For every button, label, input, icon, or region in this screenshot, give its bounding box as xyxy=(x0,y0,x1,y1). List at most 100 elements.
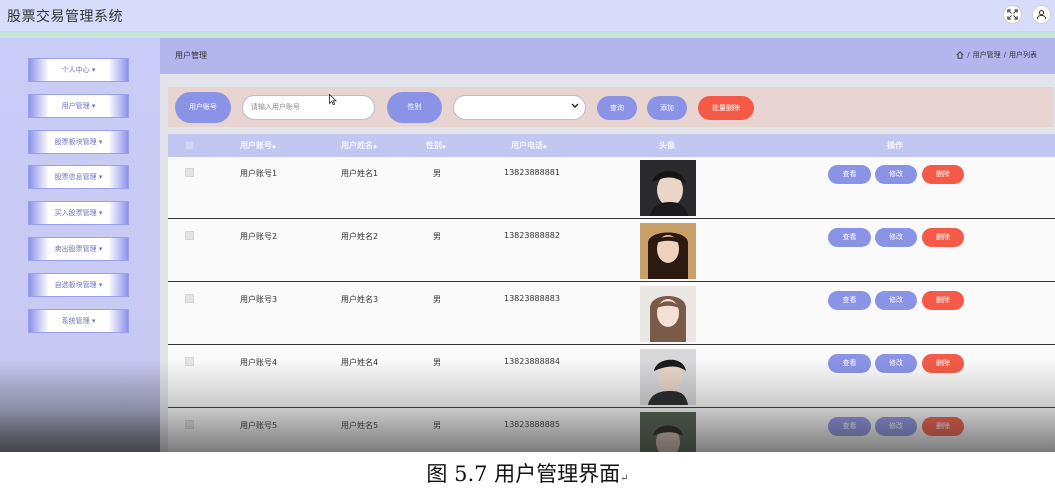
avatar-photo xyxy=(640,160,696,216)
avatar-photo xyxy=(640,412,696,452)
view-button[interactable]: 查看 xyxy=(828,291,871,310)
user-icon-glyph xyxy=(1036,10,1047,20)
cell-account: 用户账号2 xyxy=(240,232,278,241)
breadcrumb-separator: / xyxy=(967,51,970,59)
cell-phone: 13823888881 xyxy=(504,168,560,177)
column-header-name[interactable]: 用户姓名◆ xyxy=(341,140,377,151)
sidebar-item-personal-center[interactable]: 个人中心 ▾ xyxy=(28,58,129,82)
gender-select[interactable] xyxy=(453,95,586,120)
breadcrumb-separator: / xyxy=(1003,51,1006,59)
cell-phone: 13823888882 xyxy=(504,231,560,240)
delete-button[interactable]: 删除 xyxy=(922,165,964,184)
user-avatar xyxy=(640,286,696,342)
chevron-down-icon: ▾ xyxy=(98,209,103,217)
row-checkbox[interactable] xyxy=(185,168,194,177)
breadcrumb-user-list: 用户列表 xyxy=(1009,51,1037,59)
user-icon[interactable] xyxy=(1032,5,1051,24)
table-row: 用户账号4 用户姓名4 男 13823888884 查看 修改 删除 xyxy=(168,346,1055,408)
cell-name: 用户姓名4 xyxy=(341,358,379,367)
sidebar-item-label: 用户管理 xyxy=(61,102,90,110)
column-header-label: 用户账号 xyxy=(240,141,272,150)
delete-button[interactable]: 删除 xyxy=(922,354,964,373)
sidebar: 个人中心 ▾ 用户管理 ▾ 股票板块管理 ▾ 股票信息管理 ▾ 买入股票管理 ▾… xyxy=(0,38,160,452)
chevron-down-icon: ▾ xyxy=(98,245,103,253)
edit-button[interactable]: 修改 xyxy=(875,291,917,310)
cell-gender: 男 xyxy=(433,421,441,430)
sidebar-item-label: 买入股票管理 xyxy=(54,209,97,217)
sidebar-item-label: 个人中心 xyxy=(61,66,90,74)
home-icon[interactable] xyxy=(956,51,964,59)
avatar-photo xyxy=(640,223,696,279)
cell-phone: 13823888885 xyxy=(504,420,560,429)
edit-button[interactable]: 修改 xyxy=(875,165,917,184)
user-avatar xyxy=(640,160,696,216)
user-avatar xyxy=(640,412,696,452)
view-button[interactable]: 查看 xyxy=(828,228,871,247)
chevron-down-icon xyxy=(571,103,579,108)
view-button[interactable]: 查看 xyxy=(828,354,871,373)
select-all-checkbox[interactable] xyxy=(185,141,194,150)
account-label: 用户账号 xyxy=(175,92,231,123)
sidebar-item-watchlist-sector[interactable]: 自选板块管理 ▾ xyxy=(28,273,129,297)
edit-button[interactable]: 修改 xyxy=(875,354,917,373)
fullscreen-icon-glyph xyxy=(1007,9,1018,20)
row-checkbox[interactable] xyxy=(185,357,194,366)
delete-button[interactable]: 删除 xyxy=(922,228,964,247)
sidebar-item-buy-stock[interactable]: 买入股票管理 ▾ xyxy=(28,201,129,225)
table-row: 用户账号2 用户姓名2 男 13823888882 查看 修改 删除 xyxy=(168,220,1055,282)
gender-label: 性别 xyxy=(387,92,442,123)
account-search-input[interactable]: 请输入用户账号 xyxy=(242,95,375,120)
row-checkbox[interactable] xyxy=(185,294,194,303)
sidebar-item-sell-stock[interactable]: 卖出股票管理 ▾ xyxy=(28,237,129,261)
column-header-phone[interactable]: 用户电话◆ xyxy=(511,140,547,151)
column-header-account[interactable]: 用户账号◆ xyxy=(240,140,276,151)
edit-button[interactable]: 修改 xyxy=(875,228,917,247)
column-header-label: 用户姓名 xyxy=(341,141,373,150)
sidebar-item-label: 股票信息管理 xyxy=(54,173,97,181)
sort-icon: ◆ xyxy=(442,144,446,150)
sort-icon: ◆ xyxy=(543,144,547,150)
chevron-down-icon: ▾ xyxy=(91,102,96,110)
sidebar-item-stock-info[interactable]: 股票信息管理 ▾ xyxy=(28,165,129,189)
chevron-down-icon: ▾ xyxy=(91,317,96,325)
row-checkbox[interactable] xyxy=(185,420,194,429)
view-button[interactable]: 查看 xyxy=(828,165,871,184)
edit-button[interactable]: 修改 xyxy=(875,417,917,436)
chevron-down-icon: ▾ xyxy=(98,281,103,289)
sidebar-item-label: 自选板块管理 xyxy=(54,281,97,289)
cell-gender: 男 xyxy=(433,169,441,178)
column-header-actions: 操作 xyxy=(887,141,903,150)
delete-button[interactable]: 删除 xyxy=(922,291,964,310)
user-avatar xyxy=(640,349,696,405)
figure-caption: 图 5.7 用户管理界面↵ xyxy=(0,458,1055,488)
sidebar-item-system-management[interactable]: 系统管理 ▾ xyxy=(28,309,129,333)
query-button[interactable]: 查询 xyxy=(597,96,637,120)
add-button[interactable]: 添加 xyxy=(647,96,687,120)
column-header-label: 性别 xyxy=(426,141,442,150)
cell-account: 用户账号4 xyxy=(240,358,278,367)
sidebar-item-user-management[interactable]: 用户管理 ▾ xyxy=(28,94,129,118)
main-content: 用户管理 / 用户管理 / 用户列表 用户账号 请输入用户账号 性别 查询 添加… xyxy=(160,38,1055,452)
column-header-label: 用户电话 xyxy=(511,141,543,150)
fullscreen-icon[interactable] xyxy=(1003,5,1022,24)
chevron-down-icon: ▾ xyxy=(98,173,103,181)
column-header-gender[interactable]: 性别◆ xyxy=(426,140,446,151)
sort-icon: ◆ xyxy=(373,144,377,150)
paragraph-mark-icon: ↵ xyxy=(620,473,629,484)
cell-account: 用户账号3 xyxy=(240,295,278,304)
cell-name: 用户姓名3 xyxy=(341,295,379,304)
cell-account: 用户账号1 xyxy=(240,169,278,178)
cell-name: 用户姓名5 xyxy=(341,421,379,430)
page-title: 用户管理 xyxy=(175,51,207,60)
delete-button[interactable]: 删除 xyxy=(922,417,964,436)
sidebar-item-label: 卖出股票管理 xyxy=(54,245,97,253)
sidebar-item-stock-sector[interactable]: 股票板块管理 ▾ xyxy=(28,130,129,154)
row-checkbox[interactable] xyxy=(185,231,194,240)
app-title: 股票交易管理系统 xyxy=(7,9,123,25)
sidebar-item-label: 股票板块管理 xyxy=(54,138,97,146)
batch-delete-button[interactable]: 批量删除 xyxy=(698,96,754,120)
breadcrumb-user-management[interactable]: 用户管理 xyxy=(973,50,1001,60)
sort-icon: ◆ xyxy=(272,144,276,150)
cell-name: 用户姓名2 xyxy=(341,232,379,241)
view-button[interactable]: 查看 xyxy=(828,417,871,436)
